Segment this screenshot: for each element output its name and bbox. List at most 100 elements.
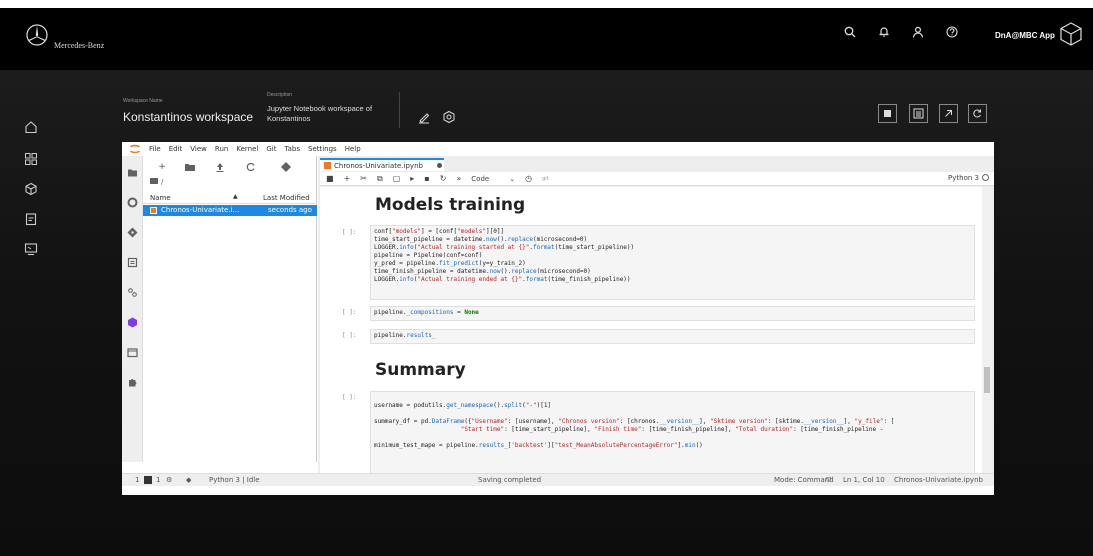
menu-git[interactable]: Git (266, 145, 276, 153)
menu-edit[interactable]: Edit (169, 145, 183, 153)
new-launcher-icon[interactable]: + (156, 161, 168, 173)
tabs-icon[interactable] (127, 347, 138, 358)
cursor-position[interactable]: Ln 1, Col 10 (843, 476, 885, 484)
restart-kernel-icon[interactable]: ↻ (440, 174, 447, 183)
open-external-button[interactable] (939, 104, 958, 123)
stop-kernel-icon[interactable]: ▪ (424, 174, 429, 183)
new-folder-icon[interactable] (184, 161, 196, 173)
code-cell[interactable]: pipeline.results_ (370, 329, 975, 344)
sort-caret-icon[interactable]: ▲ (233, 193, 238, 200)
column-last-modified[interactable]: Last Modified (263, 194, 310, 202)
git-icon[interactable] (127, 227, 138, 238)
app-window: Mercedes-Benz DnA@MBC App Workspace Name… (0, 8, 1093, 556)
add-cell-icon[interactable]: + (344, 174, 351, 183)
file-list-header: Name ▲ Last Modified (143, 193, 317, 204)
folder-icon[interactable] (127, 167, 138, 178)
grid-icon[interactable] (24, 152, 38, 166)
mode-status[interactable]: Mode: Command (774, 476, 834, 484)
terminal-icon[interactable] (144, 476, 152, 484)
home-icon[interactable] (24, 120, 38, 134)
puzzle-icon[interactable] (127, 377, 138, 388)
status-terminals-count[interactable]: 1 (135, 476, 139, 484)
app-cube-icon[interactable] (1058, 21, 1084, 47)
arrow-up-right-icon (945, 110, 952, 117)
clock-icon[interactable]: ◷ (525, 174, 532, 183)
copy-icon[interactable]: ⧉ (377, 174, 383, 184)
report-icon[interactable] (24, 212, 38, 226)
search-icon[interactable] (842, 24, 858, 40)
breadcrumb[interactable]: / (150, 178, 163, 186)
workspace-description: Jupyter Notebook workspace of Konstantin… (267, 104, 373, 123)
notebook-tab[interactable]: Chronos-Univariate.ipynb (320, 158, 444, 171)
notebook-content[interactable]: Models training [ ]: conf["models"] = [c… (320, 187, 982, 473)
git-status-icon[interactable]: ◆ (186, 476, 191, 484)
details-button[interactable] (909, 104, 928, 123)
monitor-icon[interactable] (24, 242, 38, 256)
file-name: Chronos-Univariate.i... (161, 206, 240, 214)
status-kernels-count[interactable]: 1 (156, 476, 160, 484)
commands-icon[interactable] (127, 257, 138, 268)
cell-prompt: [ ]: (342, 309, 357, 316)
column-name[interactable]: Name (150, 194, 171, 202)
user-icon[interactable] (910, 24, 926, 40)
menu-run[interactable]: Run (215, 145, 228, 153)
git-diff-label[interactable]: git (542, 176, 549, 182)
cell-type-select[interactable]: Code (471, 175, 489, 183)
menu-help[interactable]: Help (345, 145, 361, 153)
menu-file[interactable]: File (149, 145, 161, 153)
heading-summary: Summary (375, 360, 466, 380)
jupyter-logo (129, 144, 141, 154)
scrollbar-thumb[interactable] (984, 367, 990, 393)
cut-icon[interactable]: ✂ (360, 174, 367, 183)
file-modified: seconds ago (268, 206, 312, 214)
breadcrumb-path: / (161, 178, 164, 186)
property-inspector-icon[interactable] (127, 287, 138, 298)
fast-forward-icon[interactable]: » (456, 174, 461, 183)
notebook-icon (324, 162, 331, 169)
menu-settings[interactable]: Settings (308, 145, 337, 153)
paste-icon[interactable]: ▢ (393, 174, 401, 183)
workspace-name: Konstantinos workspace (123, 110, 254, 124)
notebook-scrollbar[interactable] (982, 187, 992, 473)
menu-bar: File Edit View Run Kernel Git Tabs Setti… (122, 142, 994, 156)
status-file-name: Chronos-Univariate.ipynb (894, 476, 983, 484)
stop-icon (884, 110, 891, 117)
upload-icon[interactable] (214, 161, 226, 173)
kernel-gear-icon[interactable]: ⚙ (166, 476, 172, 484)
tab-title: Chronos-Univariate.ipynb (334, 161, 423, 170)
menu-kernel[interactable]: Kernel (236, 145, 258, 153)
running-icon[interactable] (127, 197, 138, 208)
shield-icon[interactable]: ⛉ (826, 476, 831, 485)
run-icon[interactable]: ▸ (410, 174, 414, 183)
chevron-down-icon[interactable]: ⌄ (509, 175, 515, 183)
bell-icon[interactable] (876, 24, 892, 40)
notebook-file-icon (150, 207, 157, 214)
kernel-name: Python 3 (948, 174, 979, 182)
help-icon[interactable] (944, 24, 960, 40)
menu-view[interactable]: View (190, 145, 207, 153)
restart-icon (973, 109, 981, 118)
save-icon[interactable]: ■ (326, 174, 334, 183)
code-cell[interactable]: pipeline._compositions = None (370, 306, 975, 321)
main-area: Workspace Name Konstantinos workspace De… (0, 70, 1093, 556)
app-label[interactable]: DnA@MBC App (995, 31, 1055, 40)
edit-icon[interactable] (417, 110, 431, 124)
refresh-icon[interactable] (245, 161, 257, 173)
file-row-selected[interactable]: Chronos-Univariate.i... seconds ago (143, 205, 317, 216)
heading-models-training: Models training (375, 195, 526, 215)
folder-icon-small (150, 178, 158, 184)
cube-icon[interactable] (24, 182, 38, 196)
menu-tabs[interactable]: Tabs (284, 145, 300, 153)
restart-button[interactable] (968, 104, 987, 123)
code-cell[interactable]: conf["models"] = [conf["models"][0]] tim… (370, 225, 975, 300)
code-cell[interactable]: username = podutils.get_namespace().spli… (370, 391, 975, 473)
deploy-icon[interactable] (442, 110, 456, 124)
extension-icon[interactable] (127, 317, 138, 328)
mercedes-star-logo[interactable] (26, 24, 48, 46)
stop-button[interactable] (878, 104, 897, 123)
brand-name: Mercedes-Benz (54, 41, 105, 50)
git-clone-icon[interactable] (280, 161, 292, 173)
kernel-indicator[interactable]: Python 3 (948, 174, 989, 182)
unsaved-dot-icon[interactable] (436, 163, 442, 168)
kernel-state[interactable]: Python 3 | Idle (209, 476, 260, 484)
